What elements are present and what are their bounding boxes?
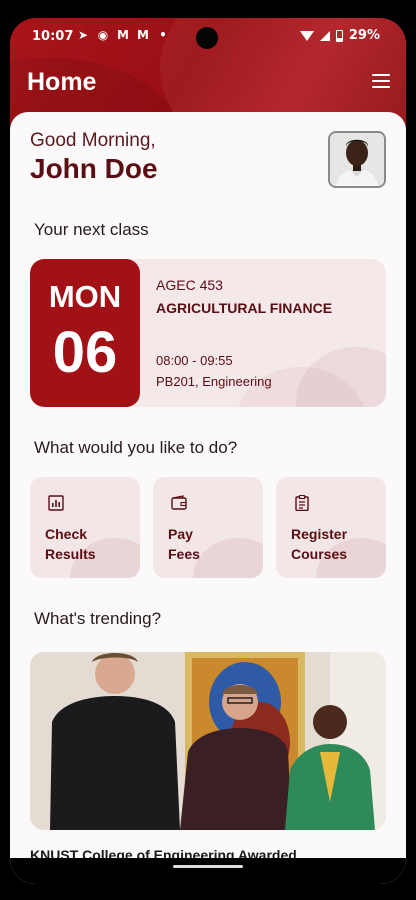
main-content: Good Morning, John Doe Your next class M… xyxy=(10,112,406,884)
battery-icon xyxy=(335,29,343,42)
trending-heading: What's trending? xyxy=(34,609,162,628)
course-code: AGEC 453 xyxy=(156,277,223,293)
dot-icon: • xyxy=(159,28,167,42)
register-courses-label: Register Courses xyxy=(291,526,348,562)
home-indicator[interactable] xyxy=(173,865,243,868)
notification-icons: ➤ ◉ M M • xyxy=(76,28,170,42)
next-class-heading: Your next class xyxy=(34,220,149,239)
actions-heading: What would you like to do? xyxy=(34,438,238,457)
gmail-icon: M xyxy=(117,28,129,42)
status-time: 10:07 xyxy=(32,29,74,44)
avatar-photo xyxy=(330,133,384,186)
status-bar: 10:07 ➤ ◉ M M • 29% xyxy=(10,18,406,56)
check-results-label: Check Results xyxy=(45,526,96,562)
wallet-icon xyxy=(171,495,187,510)
clipboard-icon xyxy=(295,495,309,511)
status-right: 29% xyxy=(299,28,380,43)
class-location: PB201, Engineering xyxy=(156,374,272,389)
news-photo xyxy=(30,652,386,830)
next-class-card[interactable]: MON 06 AGEC 453 AGRICULTURAL FINANCE 08:… xyxy=(30,259,386,407)
trending-news-card[interactable] xyxy=(30,652,386,830)
avatar[interactable] xyxy=(328,131,386,188)
class-date-box: MON 06 xyxy=(30,259,140,407)
gmail-icon: M xyxy=(137,28,149,42)
page-title: Home xyxy=(27,68,97,96)
telegram-icon: ➤ xyxy=(77,28,89,42)
check-results-button[interactable]: Check Results xyxy=(30,477,140,578)
messenger-icon: ◉ xyxy=(97,28,109,42)
system-nav-bar xyxy=(10,858,406,884)
register-courses-button[interactable]: Register Courses xyxy=(276,477,386,578)
battery-percent: 29% xyxy=(348,28,380,43)
class-day: MON xyxy=(48,279,122,314)
user-name: John Doe xyxy=(30,153,158,184)
course-name: AGRICULTURAL FINANCE xyxy=(156,300,333,316)
class-time: 08:00 - 09:55 xyxy=(156,353,233,368)
signal-icon xyxy=(319,30,330,41)
pay-fees-button[interactable]: Pay Fees xyxy=(153,477,263,578)
phone-screen: 10:07 ➤ ◉ M M • 29% Home Good Morning, J… xyxy=(10,18,406,884)
class-date: 06 xyxy=(52,320,118,385)
hamburger-menu-icon[interactable] xyxy=(372,74,390,88)
pay-fees-label: Pay Fees xyxy=(168,526,200,562)
camera-cutout xyxy=(196,27,218,49)
bar-chart-icon xyxy=(48,495,64,511)
wifi-icon xyxy=(299,30,314,41)
greeting-text: Good Morning, xyxy=(30,130,156,151)
